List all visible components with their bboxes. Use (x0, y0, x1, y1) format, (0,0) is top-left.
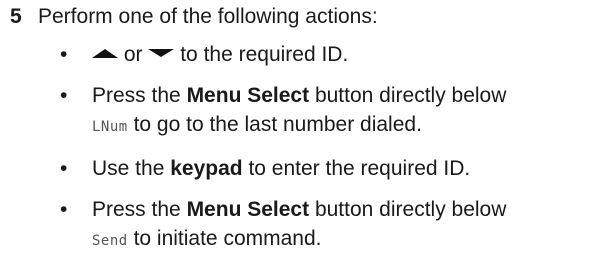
text: to initiate command. (133, 227, 322, 250)
lnum-softkey-label: LNum (92, 119, 128, 135)
text: Press the (92, 198, 181, 221)
step-number: 5 (10, 5, 22, 28)
list-item-send: • Press the Menu Select button directly … (0, 195, 506, 256)
text: Press the (92, 84, 181, 107)
menu-select-label: Menu Select (186, 198, 310, 221)
keypad-label: keypad (170, 157, 243, 180)
navigate-text: to the required ID. (180, 43, 349, 66)
bullet: • (60, 157, 68, 180)
list-item-navigate: • or to the required ID. (0, 40, 506, 69)
step-instruction: Perform one of the following actions: (38, 5, 378, 28)
up-arrow-icon (92, 49, 118, 59)
bullet: • (60, 198, 68, 221)
text: button directly below (314, 84, 507, 107)
down-arrow-icon (148, 49, 175, 58)
send-softkey-label: Send (92, 233, 128, 249)
menu-select-label: Menu Select (186, 84, 310, 107)
list-item-keypad: • Use the keypad to enter the required I… (0, 154, 506, 183)
procedure-step: 5 Perform one of the following actions: … (0, 0, 613, 250)
bullet: • (60, 43, 68, 66)
text: to go to the last number dialed. (133, 113, 422, 136)
connector-text: or (123, 43, 143, 66)
bullet: • (60, 84, 68, 107)
text: to enter the required ID. (248, 157, 471, 180)
list-item-last-number: • Press the Menu Select button directly … (0, 81, 506, 142)
text: button directly below (314, 198, 507, 221)
text: Use the (92, 157, 165, 180)
action-list: • or to the required ID. • Press the Men… (0, 40, 506, 268)
